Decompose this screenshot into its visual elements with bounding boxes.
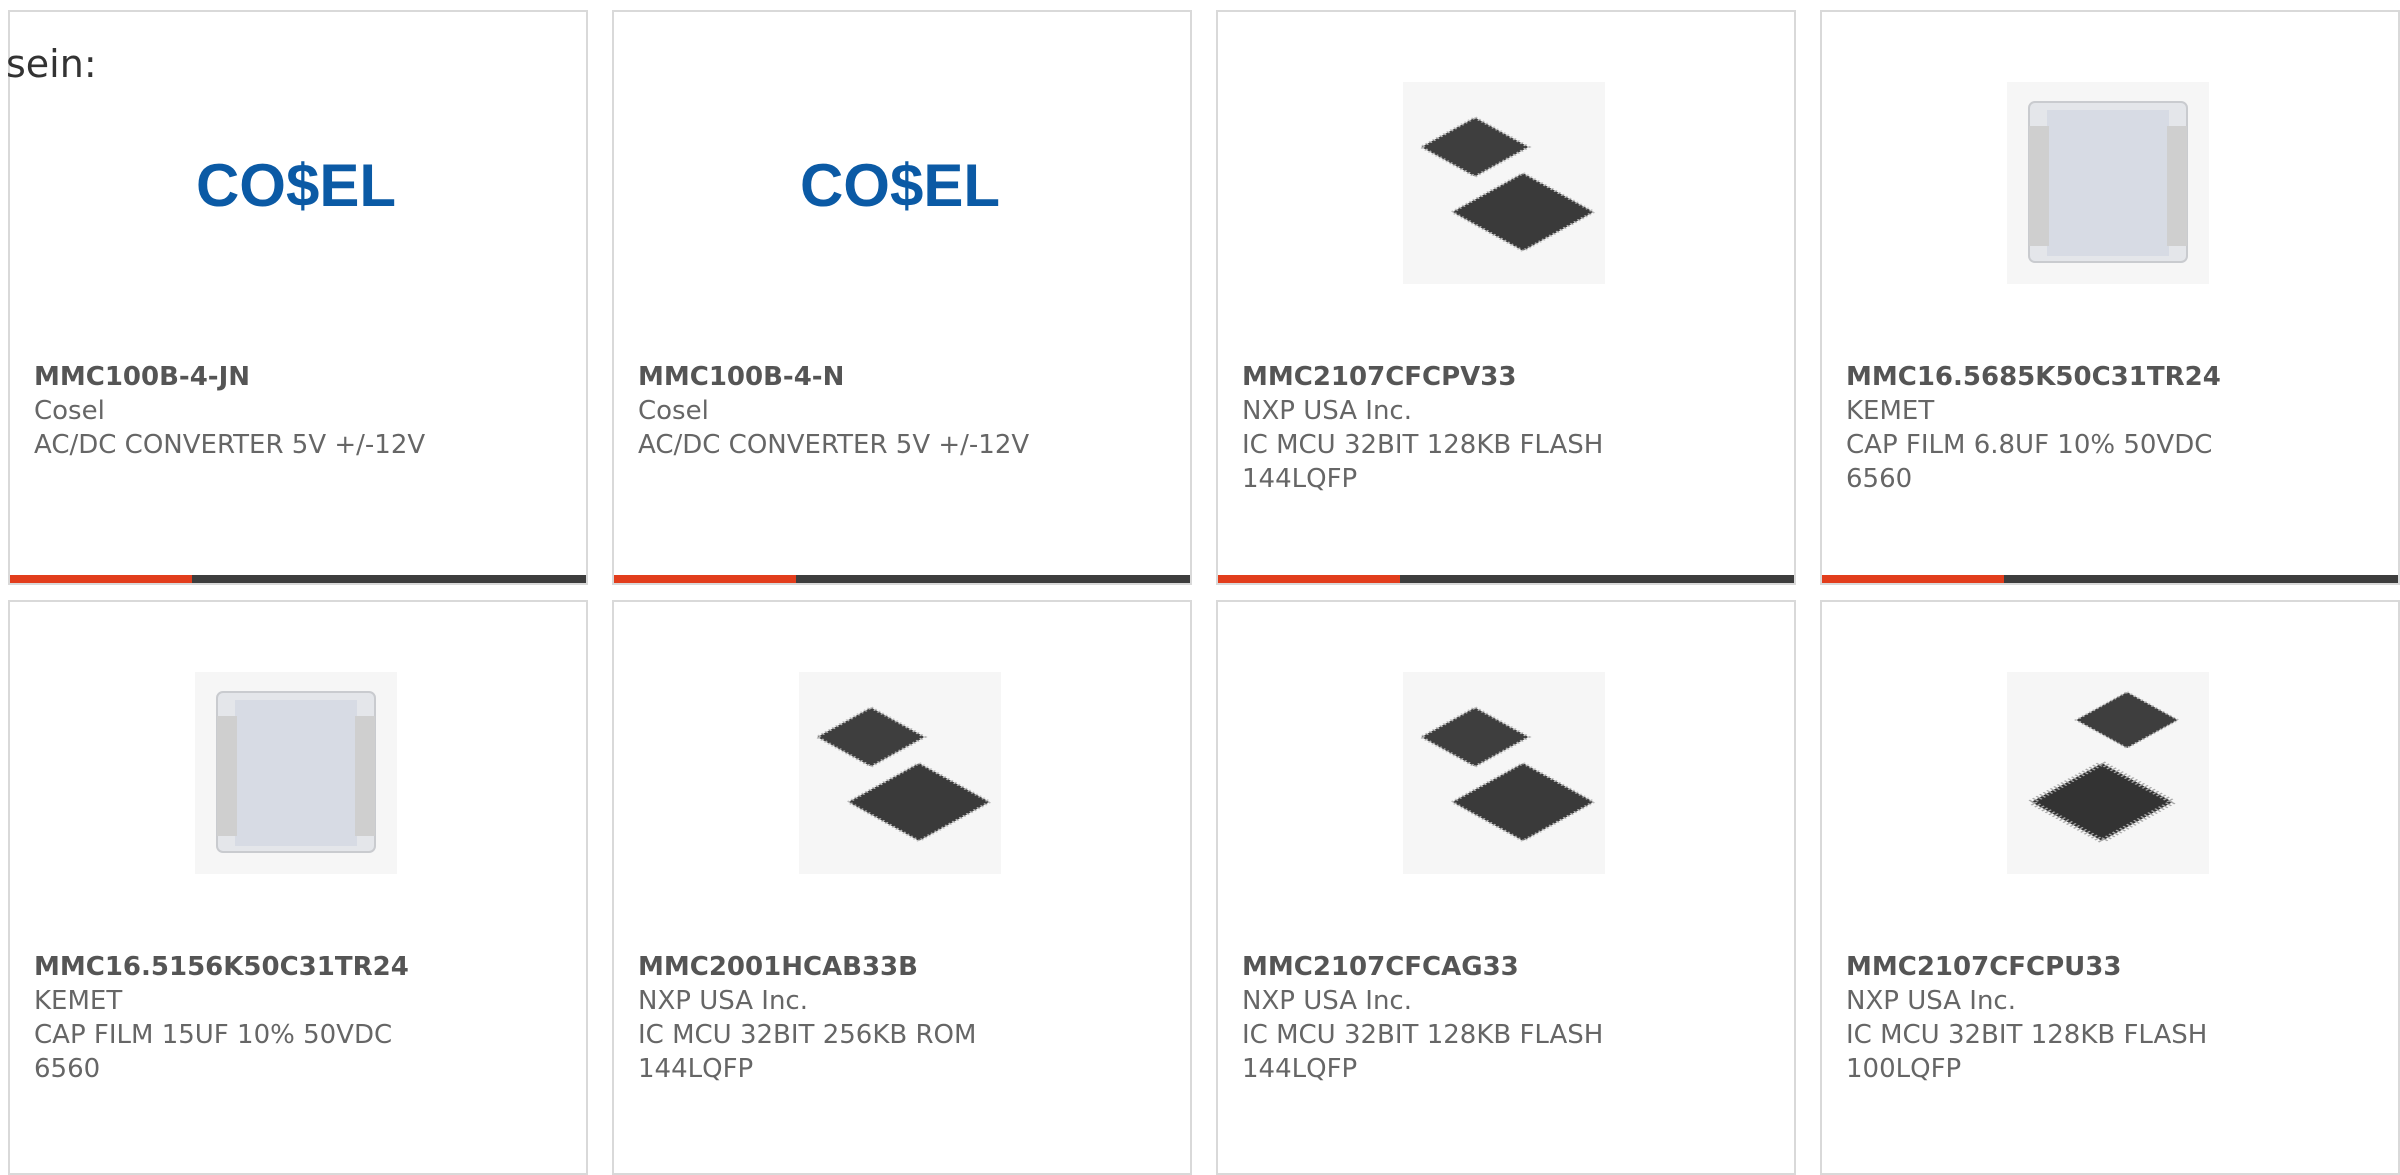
product-card[interactable]: MMC16.5156K50C31TR24 KEMET CAP FILM 15UF… [8, 600, 588, 1175]
film-capacitor-icon [2007, 82, 2209, 284]
part-number[interactable]: MMC100B-4-N [638, 360, 1158, 394]
ic-chip-icon [799, 672, 1001, 874]
manufacturer: KEMET [1846, 396, 1935, 426]
ic-chip-icon [1403, 82, 1605, 284]
cosel-logo: CO$EL [196, 152, 396, 219]
manufacturer: NXP USA Inc. [1242, 986, 1412, 1016]
card-footer-bar [1822, 575, 2398, 583]
ic-chip-icon [1403, 672, 1605, 874]
svg-text:CO$EL: CO$EL [196, 152, 396, 219]
manufacturer: NXP USA Inc. [638, 986, 808, 1016]
description: CAP FILM 6.8UF 10% 50VDC 6560 [1846, 430, 2213, 494]
part-number[interactable]: MMC16.5156K50C31TR24 [34, 950, 554, 984]
product-card[interactable]: CO$EL MMC100B-4-N Cosel AC/DC CONVERTER … [612, 10, 1192, 585]
description: CAP FILM 15UF 10% 50VDC 6560 [34, 1020, 393, 1084]
description: AC/DC CONVERTER 5V +/-12V [34, 430, 426, 460]
product-image[interactable] [1403, 672, 1605, 874]
product-card[interactable]: MMC16.5685K50C31TR24 KEMET CAP FILM 6.8U… [1820, 10, 2400, 585]
product-image[interactable]: CO$EL [195, 82, 397, 284]
product-card[interactable]: CO$EL MMC100B-4-JN Cosel AC/DC CONVERTER… [8, 10, 588, 585]
manufacturer: Cosel [34, 396, 105, 426]
intro-text: sein: [6, 42, 97, 86]
cosel-logo: CO$EL [800, 152, 1000, 219]
product-card[interactable]: MMC2107CFCAG33 NXP USA Inc. IC MCU 32BIT… [1216, 600, 1796, 1175]
product-image[interactable] [195, 672, 397, 874]
product-card[interactable]: MMC2107CFCPV33 NXP USA Inc. IC MCU 32BIT… [1216, 10, 1796, 585]
manufacturer: NXP USA Inc. [1242, 396, 1412, 426]
svg-text:CO$EL: CO$EL [800, 152, 1000, 219]
card-footer-bar [10, 575, 586, 583]
manufacturer: NXP USA Inc. [1846, 986, 2016, 1016]
product-card[interactable]: MMC2001HCAB33B NXP USA Inc. IC MCU 32BIT… [612, 600, 1192, 1175]
part-number[interactable]: MMC2107CFCPU33 [1846, 950, 2366, 984]
ic-chip-icon [2007, 672, 2209, 874]
product-card[interactable]: MMC2107CFCPU33 NXP USA Inc. IC MCU 32BIT… [1820, 600, 2400, 1175]
product-image[interactable]: CO$EL [799, 82, 1001, 284]
card-footer-bar [1218, 575, 1794, 583]
manufacturer: KEMET [34, 986, 123, 1016]
part-number[interactable]: MMC2107CFCAG33 [1242, 950, 1762, 984]
product-image[interactable] [1403, 82, 1605, 284]
card-footer-bar [614, 575, 1190, 583]
part-number[interactable]: MMC100B-4-JN [34, 360, 554, 394]
product-image[interactable] [2007, 82, 2209, 284]
product-image[interactable] [2007, 672, 2209, 874]
description: AC/DC CONVERTER 5V +/-12V [638, 430, 1030, 460]
film-capacitor-icon [195, 672, 397, 874]
part-number[interactable]: MMC2001HCAB33B [638, 950, 1158, 984]
description: IC MCU 32BIT 128KB FLASH 100LQFP [1846, 1020, 2208, 1084]
manufacturer: Cosel [638, 396, 709, 426]
description: IC MCU 32BIT 256KB ROM 144LQFP [638, 1020, 977, 1084]
product-image[interactable] [799, 672, 1001, 874]
description: IC MCU 32BIT 128KB FLASH 144LQFP [1242, 430, 1604, 494]
part-number[interactable]: MMC2107CFCPV33 [1242, 360, 1762, 394]
part-number[interactable]: MMC16.5685K50C31TR24 [1846, 360, 2366, 394]
description: IC MCU 32BIT 128KB FLASH 144LQFP [1242, 1020, 1604, 1084]
